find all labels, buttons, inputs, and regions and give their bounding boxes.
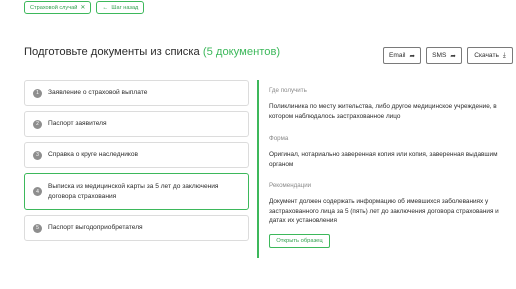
document-count: (5 документов) bbox=[202, 46, 281, 58]
form-text: Оригинал, нотариально заверенная копия и… bbox=[269, 151, 498, 168]
recommendations-text: Документ должен содержать информацию об … bbox=[269, 198, 499, 224]
document-item[interactable]: 2 Паспорт заявителя bbox=[24, 111, 249, 137]
document-label: Выписка из медицинской карты за 5 лет до… bbox=[48, 183, 219, 200]
document-label: Паспорт заявителя bbox=[48, 120, 107, 128]
page-title: Подготовьте документы из списка (5 докум… bbox=[24, 46, 280, 58]
step-back-label: Шаг назад bbox=[111, 4, 139, 11]
document-list: 1 Заявление о страховой выплате 2 Паспор… bbox=[24, 80, 249, 246]
document-label: Заявление о страховой выплате bbox=[48, 89, 148, 97]
document-number: 3 bbox=[33, 150, 42, 160]
document-detail-panel: Где получить Поликлиника по месту житель… bbox=[257, 80, 507, 258]
open-sample-button[interactable]: Открыть образец bbox=[269, 233, 330, 248]
share-actions: Email ➦ SMS ➦ Скачать ⤓ bbox=[383, 47, 513, 64]
document-label: Справка о круге наследников bbox=[48, 151, 139, 159]
close-icon[interactable]: ✕ bbox=[80, 5, 85, 11]
insurance-case-chip[interactable]: Страховой случай ✕ bbox=[24, 1, 92, 14]
document-item[interactable]: 5 Паспорт выгодоприобретателя bbox=[24, 215, 249, 241]
document-item[interactable]: 1 Заявление о страховой выплате bbox=[24, 80, 249, 106]
download-icon: ⤓ bbox=[502, 51, 506, 59]
email-button[interactable]: Email ➦ bbox=[383, 47, 421, 64]
document-number: 2 bbox=[33, 119, 42, 129]
recommendations-heading: Рекомендации bbox=[269, 182, 312, 189]
document-item-selected[interactable]: 4 Выписка из медицинской карты за 5 лет … bbox=[24, 173, 249, 210]
form-heading: Форма bbox=[269, 135, 289, 142]
page-title-text: Подготовьте документы из списка bbox=[24, 46, 200, 58]
document-number: 4 bbox=[33, 187, 42, 196]
download-button[interactable]: Скачать ⤓ bbox=[467, 47, 513, 64]
filter-chips: Страховой случай ✕ ← Шаг назад bbox=[24, 1, 145, 14]
document-number: 5 bbox=[33, 223, 42, 233]
document-label: Паспорт выгодоприобретателя bbox=[48, 224, 143, 232]
arrow-left-icon: ← bbox=[102, 4, 109, 11]
email-label: Email bbox=[389, 52, 406, 59]
sms-button[interactable]: SMS ➦ bbox=[426, 47, 462, 64]
insurance-case-label: Страховой случай bbox=[30, 4, 78, 11]
where-to-get-heading: Где получить bbox=[269, 87, 307, 94]
where-to-get-text: Поликлиника по месту жительства, либо др… bbox=[269, 103, 497, 120]
document-item[interactable]: 3 Справка о круге наследников bbox=[24, 142, 249, 168]
step-back-button[interactable]: ← Шаг назад bbox=[96, 1, 145, 14]
share-icon: ➦ bbox=[450, 52, 456, 60]
share-icon: ➦ bbox=[409, 52, 415, 60]
download-label: Скачать bbox=[474, 52, 499, 59]
document-number: 1 bbox=[33, 88, 42, 98]
sms-label: SMS bbox=[432, 52, 447, 59]
